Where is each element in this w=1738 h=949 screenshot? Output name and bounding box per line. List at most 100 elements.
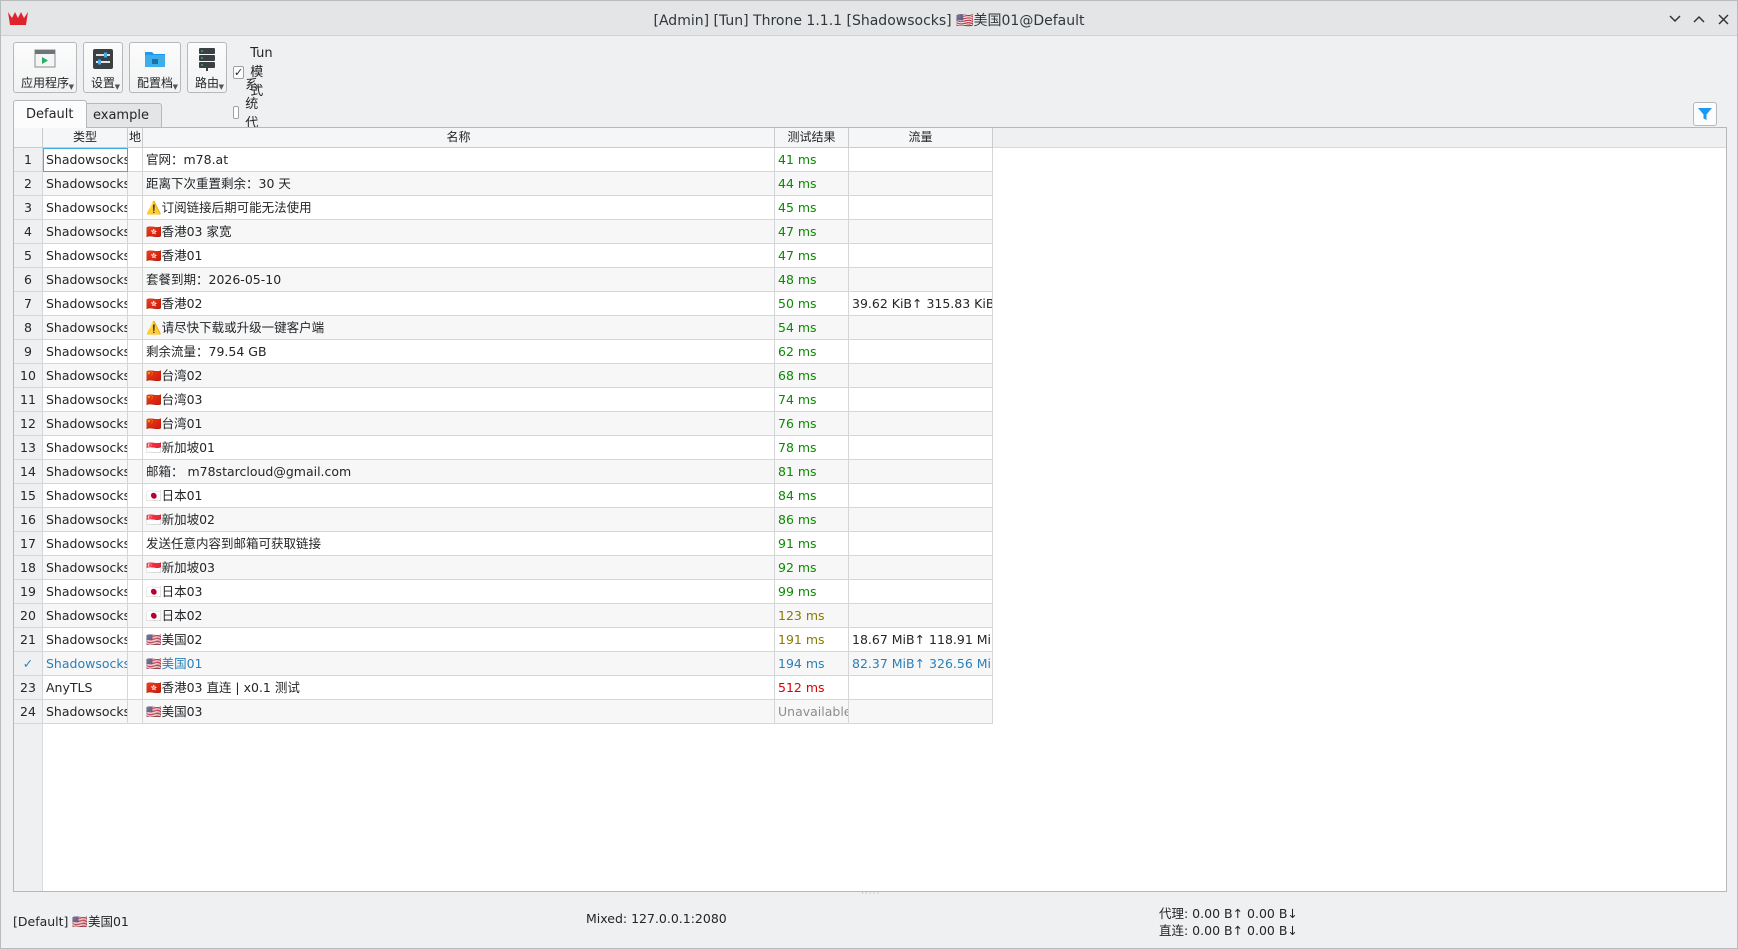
proxy-table[interactable]: 类型 地 名称 测试结果 流量 1 Shadowsocks 官网：m78.at 41 … [13,127,1727,892]
cell-address[interactable] [128,532,143,556]
cell-name[interactable]: 官网：m78.at [143,148,775,172]
table-row[interactable]: 12 Shadowsocks 🇨🇳台湾01 76 ms [14,412,993,436]
cell-latency[interactable]: 92 ms [775,556,849,580]
cell-traffic[interactable] [849,556,993,580]
column-header-traffic[interactable]: 流量 [849,128,993,148]
cell-type[interactable]: Shadowsocks [43,412,128,436]
cell-address[interactable] [128,604,143,628]
row-number[interactable]: 16 [14,508,43,532]
cell-type[interactable]: Shadowsocks [43,532,128,556]
cell-name[interactable]: 套餐到期：2026-05-10 [143,268,775,292]
row-number[interactable]: ✓ [14,652,43,676]
cell-address[interactable] [128,628,143,652]
table-row[interactable]: 6 Shadowsocks 套餐到期：2026-05-10 48 ms [14,268,993,292]
table-row[interactable]: 9 Shadowsocks 剩余流量：79.54 GB 62 ms [14,340,993,364]
table-row[interactable]: 1 Shadowsocks 官网：m78.at 41 ms [14,148,993,172]
row-number[interactable]: 14 [14,460,43,484]
cell-latency[interactable]: 44 ms [775,172,849,196]
cell-name[interactable]: 🇭🇰香港02 [143,292,775,316]
cell-address[interactable] [128,700,143,724]
row-number[interactable]: 19 [14,580,43,604]
cell-latency[interactable]: 45 ms [775,196,849,220]
cell-traffic[interactable] [849,316,993,340]
cell-address[interactable] [128,364,143,388]
cell-traffic[interactable] [849,676,993,700]
cell-name[interactable]: 🇨🇳台湾02 [143,364,775,388]
cell-name[interactable]: 发送任意内容到邮箱可获取链接 [143,532,775,556]
cell-traffic[interactable] [849,364,993,388]
table-row[interactable]: 8 Shadowsocks ⚠️请尽快下载或升级一键客户端 54 ms [14,316,993,340]
cell-traffic[interactable] [849,484,993,508]
table-row[interactable]: 14 Shadowsocks 邮箱： m78starcloud@gmail.com 8… [14,460,993,484]
cell-type[interactable]: Shadowsocks [43,172,128,196]
table-row[interactable]: 17 Shadowsocks 发送任意内容到邮箱可获取链接 91 ms [14,532,993,556]
table-row[interactable]: 16 Shadowsocks 🇸🇬新加坡02 86 ms [14,508,993,532]
cell-name[interactable]: 🇺🇸美国01 [143,652,775,676]
cell-type[interactable]: Shadowsocks [43,244,128,268]
applications-button[interactable]: 应用程序 ▼ [13,42,77,93]
row-number[interactable]: 7 [14,292,43,316]
cell-address[interactable] [128,340,143,364]
table-row[interactable]: 5 Shadowsocks 🇭🇰香港01 47 ms [14,244,993,268]
cell-latency[interactable]: 81 ms [775,460,849,484]
cell-name[interactable]: ⚠️请尽快下载或升级一键客户端 [143,316,775,340]
cell-type[interactable]: Shadowsocks [43,700,128,724]
table-row[interactable]: 18 Shadowsocks 🇸🇬新加坡03 92 ms [14,556,993,580]
cell-address[interactable] [128,172,143,196]
table-row[interactable]: 7 Shadowsocks 🇭🇰香港02 50 ms 39.62 KiB↑ 315.83… [14,292,993,316]
table-row[interactable]: 2 Shadowsocks 距离下次重置剩余：30 天 44 ms [14,172,993,196]
tab-example[interactable]: example [80,103,162,127]
cell-traffic[interactable]: 39.62 KiB↑ 315.83 KiB↓ [849,292,993,316]
cell-address[interactable] [128,412,143,436]
minimize-button[interactable] [1665,9,1685,29]
cell-traffic[interactable] [849,460,993,484]
cell-latency[interactable]: 76 ms [775,412,849,436]
cell-name[interactable]: 🇭🇰香港03 直连 | x0.1 测试 [143,676,775,700]
row-number[interactable]: 8 [14,316,43,340]
cell-latency[interactable]: 50 ms [775,292,849,316]
cell-type[interactable]: Shadowsocks [43,268,128,292]
cell-address[interactable] [128,652,143,676]
cell-traffic[interactable]: 18.67 MiB↑ 118.91 MiB↓ [849,628,993,652]
cell-traffic[interactable] [849,340,993,364]
row-number[interactable]: 9 [14,340,43,364]
cell-address[interactable] [128,460,143,484]
cell-address[interactable] [128,268,143,292]
cell-latency[interactable]: 84 ms [775,484,849,508]
cell-traffic[interactable] [849,148,993,172]
cell-latency[interactable]: 194 ms [775,652,849,676]
cell-name[interactable]: 🇯🇵日本01 [143,484,775,508]
cell-address[interactable] [128,676,143,700]
row-number[interactable]: 3 [14,196,43,220]
cell-address[interactable] [128,580,143,604]
table-row[interactable]: 4 Shadowsocks 🇭🇰香港03 家宽 47 ms [14,220,993,244]
row-number[interactable]: 10 [14,364,43,388]
cell-type[interactable]: Shadowsocks [43,436,128,460]
cell-latency[interactable]: 54 ms [775,316,849,340]
cell-address[interactable] [128,388,143,412]
cell-type[interactable]: Shadowsocks [43,316,128,340]
cell-type[interactable]: Shadowsocks [43,556,128,580]
cell-type[interactable]: Shadowsocks [43,220,128,244]
row-number[interactable]: 12 [14,412,43,436]
cell-name[interactable]: 🇨🇳台湾01 [143,412,775,436]
row-number[interactable]: 11 [14,388,43,412]
cell-traffic[interactable] [849,388,993,412]
cell-name[interactable]: 🇺🇸美国03 [143,700,775,724]
cell-type[interactable]: Shadowsocks [43,508,128,532]
cell-address[interactable] [128,316,143,340]
cell-address[interactable] [128,148,143,172]
cell-type[interactable]: Shadowsocks [43,388,128,412]
cell-name[interactable]: 🇭🇰香港03 家宽 [143,220,775,244]
cell-traffic[interactable] [849,220,993,244]
table-row[interactable]: 20 Shadowsocks 🇯🇵日本02 123 ms [14,604,993,628]
routing-button[interactable]: 路由 ▼ [187,42,227,93]
close-button[interactable] [1713,9,1733,29]
cell-address[interactable] [128,556,143,580]
cell-name[interactable]: 邮箱： m78starcloud@gmail.com [143,460,775,484]
profiles-button[interactable]: 配置档 ▼ [129,42,181,93]
cell-type[interactable]: Shadowsocks [43,460,128,484]
cell-latency[interactable]: 191 ms [775,628,849,652]
row-number[interactable]: 21 [14,628,43,652]
cell-traffic[interactable] [849,604,993,628]
